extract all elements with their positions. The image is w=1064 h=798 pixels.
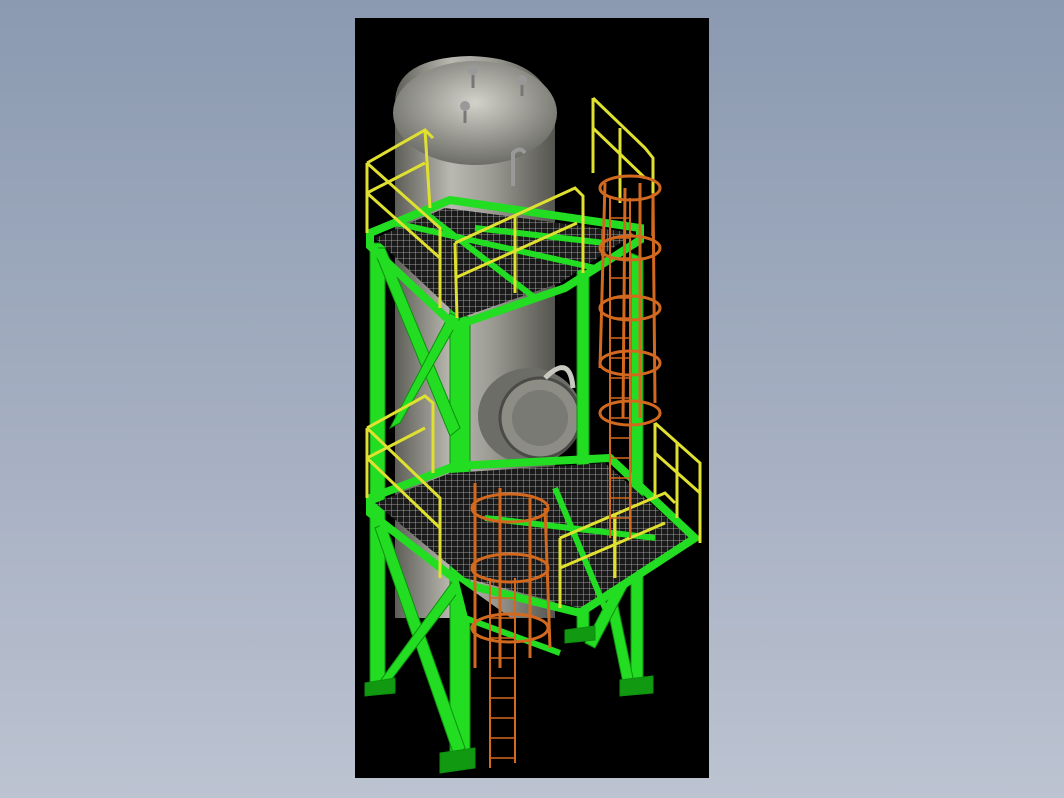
cad-model: [364, 56, 702, 774]
manway-flange[interactable]: [478, 365, 582, 464]
caged-ladder-upper[interactable]: [598, 174, 662, 538]
cad-viewport[interactable]: [355, 18, 709, 778]
